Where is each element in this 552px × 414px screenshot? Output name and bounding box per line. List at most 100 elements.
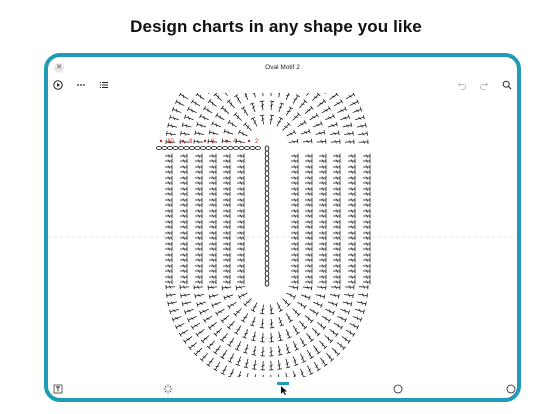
stitch-mark — [333, 322, 342, 329]
stitch-mark — [220, 356, 225, 360]
chain-stitch — [167, 146, 174, 150]
stitch-mark — [313, 345, 320, 354]
chain-stitch — [264, 160, 270, 167]
stitch-mark — [202, 356, 207, 358]
stitch-mark — [242, 107, 249, 116]
stitch-mark — [282, 123, 290, 131]
stitch-mark — [184, 336, 193, 342]
stitch-mark — [215, 123, 217, 127]
stitch-mark — [365, 301, 367, 306]
stitch-mark — [285, 372, 288, 377]
play-icon[interactable] — [52, 79, 64, 91]
stitch-mark — [323, 294, 326, 300]
chain-stitch — [161, 146, 168, 150]
chain-stitch — [264, 185, 270, 192]
stitch-mark — [292, 113, 300, 121]
chain-stitch — [194, 146, 201, 150]
stitch-mark — [190, 325, 194, 330]
more-icon[interactable] — [75, 79, 87, 91]
stitch-mark — [309, 308, 318, 315]
stitch-mark — [303, 119, 307, 125]
stitch-mark — [269, 312, 275, 315]
stitch-mark — [244, 298, 252, 306]
crochet-chart[interactable]: 10 8 6 4 2 — [48, 93, 517, 377]
toolbar — [48, 79, 517, 93]
stitch-mark — [278, 106, 283, 109]
stitch-mark — [204, 315, 213, 322]
stitch-mark — [366, 293, 368, 298]
circle-icon[interactable] — [392, 383, 404, 395]
row-number-label: 2 — [255, 139, 259, 145]
stitch-mark — [237, 360, 241, 362]
row-marker-dot — [181, 139, 185, 143]
stitch-mark — [200, 308, 209, 314]
chain-stitch — [249, 146, 256, 150]
stitch-mark — [286, 94, 290, 96]
stitch-mark — [176, 108, 178, 113]
stitch-mark — [180, 329, 189, 336]
stitch-mark — [188, 316, 197, 321]
text-tool-icon[interactable] — [52, 383, 64, 395]
stitch-mark — [176, 323, 185, 328]
stitch-mark — [285, 107, 292, 116]
stitch-mark — [225, 93, 228, 96]
stitch-mark — [315, 311, 319, 316]
stitch-mark — [297, 121, 306, 128]
row-marker-dot — [203, 139, 207, 143]
stitch-mark — [196, 329, 205, 336]
row-marker-dot — [159, 139, 163, 143]
stitch-mark — [215, 311, 219, 316]
stitch-mark — [216, 114, 225, 121]
redo-icon[interactable] — [478, 79, 490, 91]
bottom-toolbar — [48, 380, 517, 398]
stitch-mark — [278, 374, 280, 377]
stitch-mark — [213, 351, 218, 355]
stitch-mark — [292, 308, 300, 316]
stitch-mark — [316, 368, 321, 372]
chain-stitch — [232, 146, 239, 150]
stitch-mark — [366, 131, 368, 136]
chain-stitch — [216, 146, 223, 150]
list-icon[interactable] — [98, 79, 110, 91]
stitch-mark — [307, 365, 312, 374]
undo-icon[interactable] — [456, 79, 468, 91]
stitch-mark — [344, 309, 346, 313]
stitch-mark — [180, 93, 189, 100]
chain-stitch — [172, 146, 179, 150]
app-window: ✕ Oval Motif 2 10 8 6 4 2 — [44, 53, 521, 402]
stitch-mark — [334, 349, 337, 354]
row-marker-dot — [225, 139, 229, 143]
zoom-icon[interactable] — [501, 79, 513, 91]
stitch-mark — [338, 293, 340, 299]
stitch-mark — [352, 108, 362, 113]
stitch-mark — [208, 129, 211, 135]
stitch-mark — [251, 354, 257, 356]
stitch-mark — [333, 100, 342, 107]
stitch-mark — [234, 308, 242, 316]
stitch-mark — [240, 106, 246, 110]
stitch-mark — [309, 356, 314, 360]
stitch-mark — [167, 301, 169, 306]
stitch-mark — [213, 368, 218, 372]
circle-icon[interactable] — [505, 383, 517, 395]
chain-stitch — [264, 165, 270, 172]
stitch-mark — [252, 368, 257, 370]
stitch-mark — [345, 329, 354, 336]
stitch-mark — [323, 129, 326, 135]
stitch-mark — [309, 114, 318, 121]
row-number-label: 8 — [189, 139, 193, 145]
chart-canvas[interactable]: 10 8 6 4 2 — [48, 93, 517, 377]
stitch-mark — [315, 113, 319, 118]
chain-stitch — [227, 146, 234, 150]
stitch-mark — [184, 308, 194, 313]
stitch-mark — [325, 115, 334, 121]
stitch-mark — [236, 345, 241, 347]
chain-stitch — [221, 146, 228, 150]
stitch-mark — [294, 116, 298, 118]
stitch-mark — [215, 113, 219, 118]
stitch-mark — [331, 347, 339, 355]
stitch-mark — [285, 329, 290, 338]
stitch-mark — [340, 343, 342, 348]
stitch-mark — [347, 339, 351, 344]
select-tool-icon[interactable] — [277, 382, 289, 395]
